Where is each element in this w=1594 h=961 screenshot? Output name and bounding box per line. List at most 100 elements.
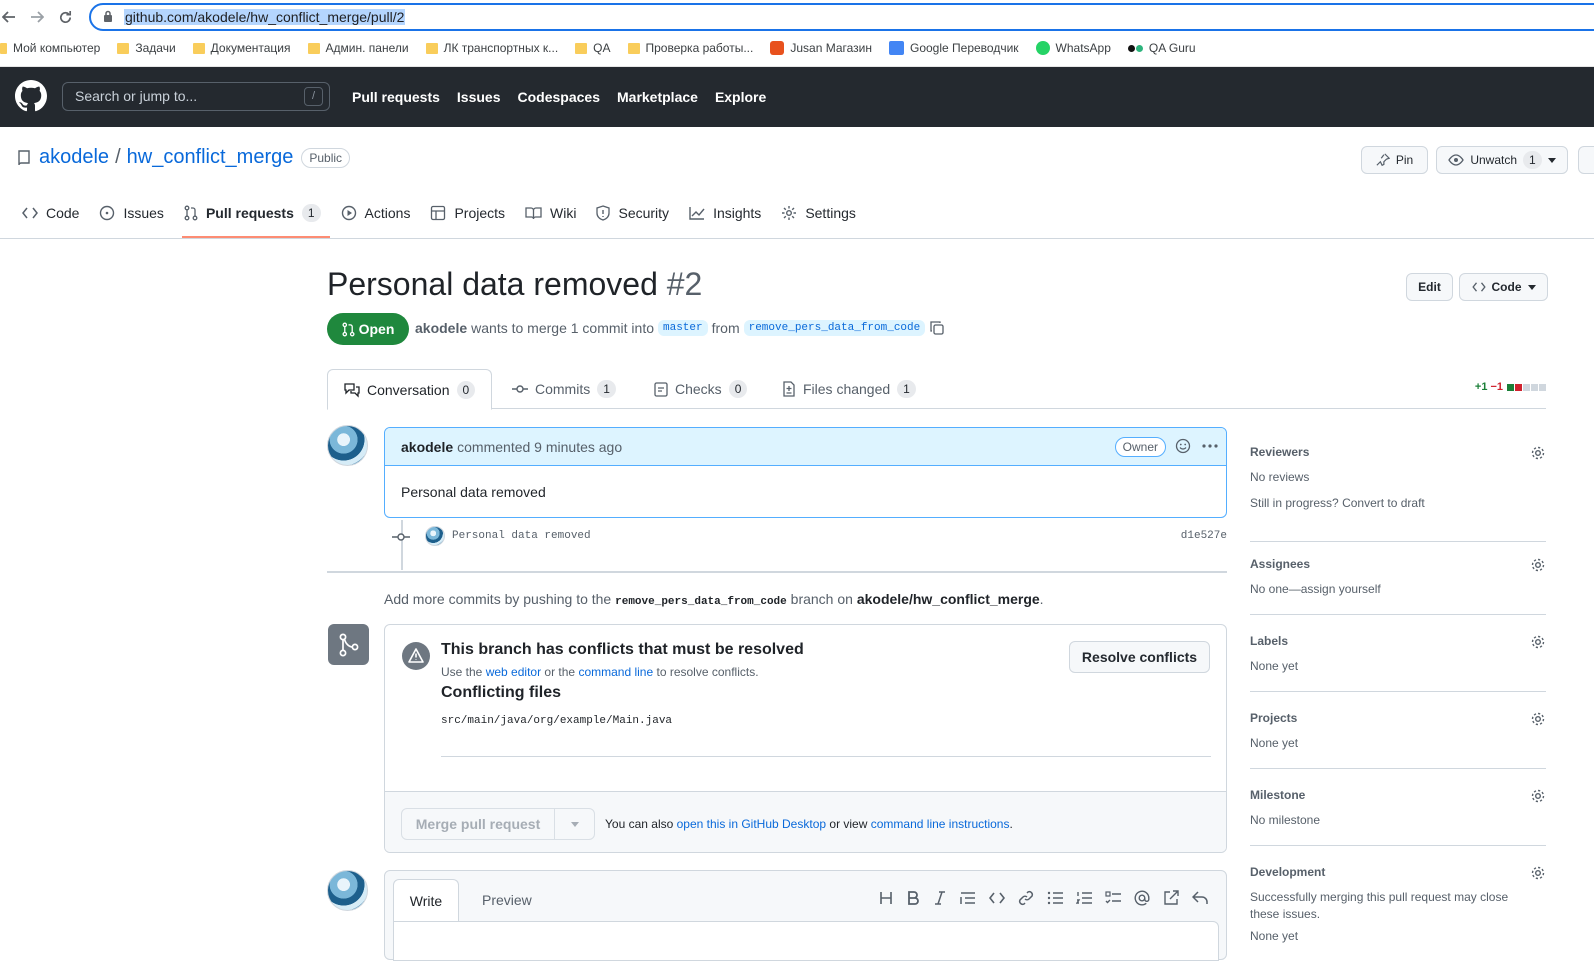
tab-code[interactable]: Code — [22, 200, 79, 226]
tab-commits[interactable]: Commits 1 — [512, 369, 616, 409]
bookmark-item[interactable]: Документация — [192, 41, 291, 55]
unwatch-button[interactable]: Unwatch 1 — [1436, 146, 1568, 174]
tab-write[interactable]: Write — [393, 879, 459, 921]
tab-preview[interactable]: Preview — [482, 892, 532, 908]
repo-name-link[interactable]: hw_conflict_merge — [127, 146, 294, 169]
comment-header: akodele commented 9 minutes ago Owner — [385, 428, 1226, 466]
reply-icon[interactable] — [1192, 891, 1208, 905]
copy-icon[interactable] — [929, 320, 945, 336]
ordered-list-icon[interactable] — [1076, 891, 1092, 905]
cli-instructions-link[interactable]: command line instructions — [871, 817, 1010, 831]
gear-icon[interactable] — [1530, 445, 1546, 461]
eye-icon — [1448, 154, 1465, 166]
tab-projects[interactable]: Projects — [430, 200, 505, 226]
bookmark-item[interactable]: WhatsApp — [1035, 41, 1111, 55]
tab-settings[interactable]: Settings — [781, 200, 856, 226]
bookmark-item[interactable]: Админ. панели — [307, 41, 409, 55]
heading-icon[interactable] — [879, 891, 893, 905]
conflict-title: This branch has conflicts that must be r… — [441, 641, 804, 658]
bookmark-item[interactable]: Проверка работы... — [627, 41, 753, 55]
base-branch[interactable]: master — [658, 320, 708, 336]
merge-options-dropdown[interactable] — [555, 809, 594, 839]
gear-icon[interactable] — [1530, 865, 1546, 881]
nav-marketplace[interactable]: Marketplace — [617, 89, 698, 105]
tab-insights[interactable]: Insights — [689, 200, 761, 226]
mention-icon[interactable] — [1134, 890, 1150, 906]
bookmark-item[interactable]: Jusan Магазин — [770, 41, 872, 55]
commit-sha-link[interactable]: d1e527e — [1181, 530, 1227, 542]
github-logo-icon[interactable] — [15, 80, 47, 112]
bookmark-item[interactable]: ЛК транспортных к... — [425, 41, 558, 55]
code-icon[interactable] — [989, 892, 1005, 904]
avatar[interactable] — [327, 425, 368, 466]
bookmarks-bar: Мой компьютер Задачи Документация Админ.… — [0, 38, 1213, 58]
commit-message-link[interactable]: Personal data removed — [452, 530, 591, 542]
url-text[interactable]: github.com/akodele/hw_conflict_merge/pul… — [124, 9, 406, 25]
sidebar-heading[interactable]: Reviewers — [1250, 445, 1546, 459]
bookmark-item[interactable]: Мой компьютер — [0, 41, 100, 55]
github-desktop-link[interactable]: open this in GitHub Desktop — [677, 817, 826, 831]
task-list-icon[interactable] — [1105, 891, 1121, 905]
tab-files-changed[interactable]: Files changed 1 — [782, 369, 916, 409]
web-editor-link[interactable]: web editor — [486, 665, 541, 679]
reload-icon[interactable] — [58, 10, 73, 25]
tab-security[interactable]: Security — [596, 200, 669, 226]
quote-icon[interactable] — [960, 891, 976, 905]
markdown-toolbar — [879, 890, 1208, 906]
head-branch[interactable]: remove_pers_data_from_code — [743, 320, 926, 336]
nav-explore[interactable]: Explore — [715, 89, 766, 105]
gear-icon[interactable] — [1530, 634, 1546, 650]
bookmark-item[interactable]: QA Guru — [1127, 41, 1196, 55]
smiley-icon[interactable] — [1175, 438, 1191, 454]
repo-owner-link[interactable]: akodele — [39, 146, 109, 169]
caret-down-icon — [570, 821, 579, 827]
avatar[interactable] — [327, 870, 368, 911]
code-dropdown-button[interactable]: Code — [1459, 273, 1548, 301]
link-icon[interactable] — [1018, 890, 1034, 906]
tab-conversation[interactable]: Conversation 0 — [327, 369, 493, 410]
folder-icon — [575, 42, 588, 54]
bookmark-item[interactable]: Google Переводчик — [889, 41, 1019, 55]
gear-icon[interactable] — [1530, 788, 1546, 804]
github-header: Search or jump to... / Pull requests Iss… — [0, 67, 1594, 127]
tab-actions[interactable]: Actions — [341, 200, 410, 226]
tab-checks[interactable]: Checks 0 — [654, 369, 748, 409]
search-input[interactable]: Search or jump to... / — [62, 82, 330, 111]
back-arrow-icon[interactable] — [2, 10, 16, 24]
cross-reference-icon[interactable] — [1163, 890, 1179, 906]
unordered-list-icon[interactable] — [1047, 891, 1063, 905]
avatar[interactable] — [425, 526, 445, 546]
nav-issues[interactable]: Issues — [457, 89, 501, 105]
address-bar[interactable]: github.com/akodele/hw_conflict_merge/pul… — [89, 3, 1594, 31]
pin-button[interactable]: Pin — [1361, 146, 1428, 174]
edit-button[interactable]: Edit — [1406, 273, 1453, 301]
bookmark-item[interactable]: Задачи — [117, 41, 176, 55]
comment-textarea[interactable] — [393, 921, 1219, 961]
convert-to-draft-link[interactable]: Convert to draft — [1342, 496, 1425, 510]
comment-author-link[interactable]: akodele — [401, 439, 453, 455]
gear-icon[interactable] — [1530, 557, 1546, 573]
star-button-partial[interactable] — [1578, 146, 1594, 174]
merge-box: This branch has conflicts that must be r… — [384, 624, 1227, 853]
bold-icon[interactable] — [906, 891, 920, 905]
bookmark-item[interactable]: QA — [575, 41, 611, 55]
tab-issues[interactable]: Issues — [99, 200, 164, 226]
gear-icon[interactable] — [1530, 711, 1546, 727]
forward-arrow-icon[interactable] — [30, 10, 44, 24]
pr-author-link[interactable]: akodele — [415, 320, 467, 336]
conflict-section: This branch has conflicts that must be r… — [385, 625, 1226, 792]
tab-pull-requests[interactable]: Pull requests 1 — [184, 200, 321, 226]
resolve-conflicts-button[interactable]: Resolve conflicts — [1069, 641, 1210, 673]
tab-wiki[interactable]: Wiki — [525, 200, 576, 226]
nav-codespaces[interactable]: Codespaces — [518, 89, 600, 105]
add-commits-hint: Add more commits by pushing to the remov… — [384, 591, 1044, 608]
merge-pull-request-button[interactable]: Merge pull request — [402, 809, 555, 839]
gear-icon — [781, 205, 797, 221]
kebab-horizontal-icon[interactable] — [1202, 444, 1218, 448]
file-diff-icon — [782, 381, 796, 397]
command-line-link[interactable]: command line — [578, 665, 653, 679]
italic-icon[interactable] — [933, 891, 947, 905]
active-tab-indicator — [182, 236, 330, 238]
conflict-hint: Use the web editor or the command line t… — [441, 665, 759, 679]
nav-pull-requests[interactable]: Pull requests — [352, 89, 440, 105]
